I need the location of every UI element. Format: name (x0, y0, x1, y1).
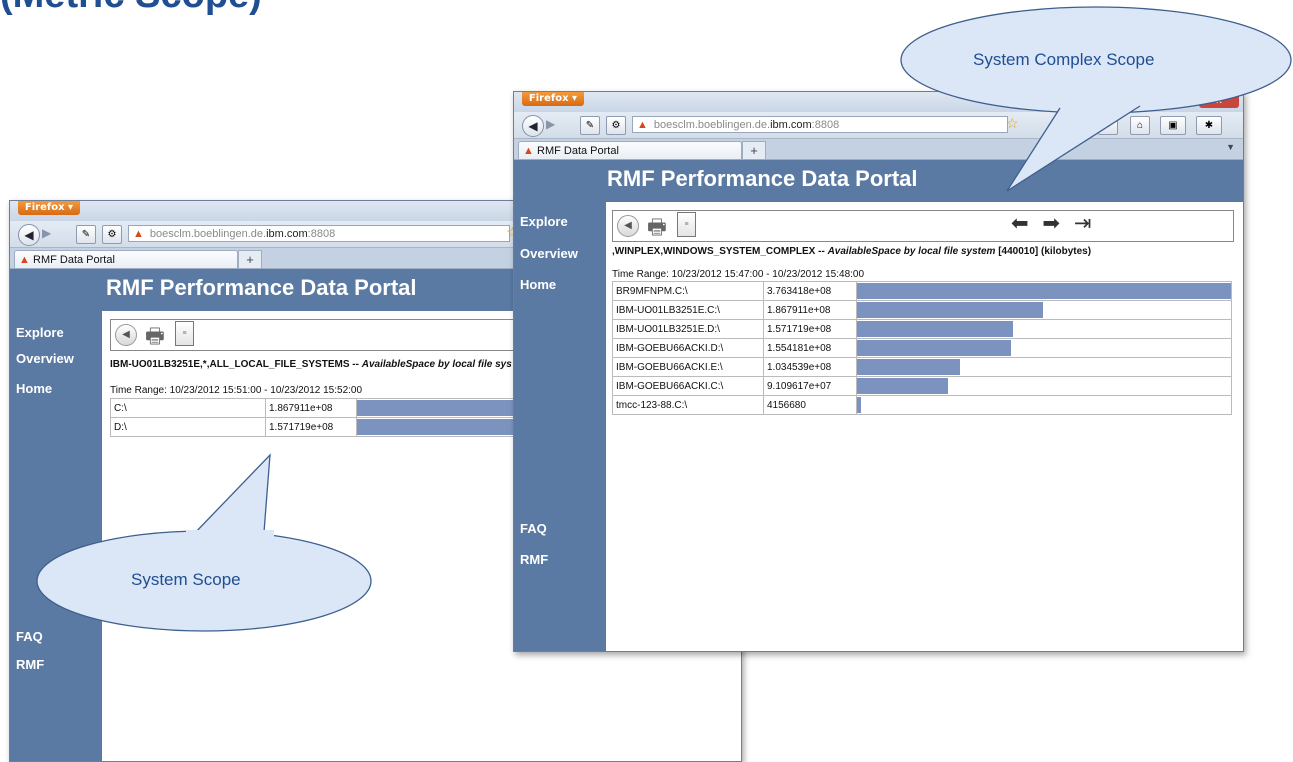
row-bar (857, 283, 1231, 299)
system-complex-scope-label: System Complex Scope (973, 50, 1155, 69)
row-value: 9.109617e+07 (763, 376, 857, 396)
printer-icon[interactable]: 🖶 (145, 322, 165, 357)
row-bar-cell (856, 281, 1232, 301)
tab-rmf-data-portal[interactable]: ▲ RMF Data Portal (518, 141, 742, 159)
metric-table: BR9MFNPM.C:\ 3.763418e+08 IBM-UO01LB3251E.… (612, 281, 1232, 415)
tab-favicon-icon: ▲ (19, 254, 30, 266)
row-name: D:\ (110, 417, 266, 437)
row-value: 4156680 (763, 395, 857, 415)
forward-arrow-icon[interactable]: ▶ (42, 226, 51, 240)
new-tab-button[interactable]: + (742, 141, 766, 160)
page-content: RMF Performance Data Portal Explore Over… (514, 160, 1243, 651)
table-row: IBM-GOEBU66ACKI.E:\ 1.034539e+08 (612, 357, 1232, 377)
site-favicon-icon: ▲ (133, 228, 144, 240)
site-favicon-icon: ▲ (637, 119, 648, 131)
firefox-menu-button[interactable]: Firefox ▾ (522, 92, 584, 106)
row-value: 1.554181e+08 (763, 338, 857, 358)
new-tab-button[interactable]: + (238, 250, 262, 269)
row-bar (857, 359, 960, 375)
row-name: IBM-GOEBU66ACKI.D:\ (612, 338, 764, 358)
time-range: Time Range: 10/23/2012 15:47:00 - 10/23/… (612, 269, 865, 280)
row-bar-cell (856, 357, 1232, 377)
row-name: BR9MFNPM.C:\ (612, 281, 764, 301)
nav-faq[interactable]: FAQ (520, 521, 547, 536)
system-scope-callout (36, 453, 372, 632)
printer-icon[interactable]: 🖶 (647, 213, 667, 248)
table-row: IBM-UO01LB3251E.C:\ 1.867911e+08 (612, 300, 1232, 320)
nav-rmf[interactable]: RMF (16, 657, 44, 672)
row-bar (857, 321, 1014, 337)
row-name: IBM-GOEBU66ACKI.C:\ (612, 376, 764, 396)
row-value: 1.867911e+08 (763, 300, 857, 320)
forward-arrow-icon[interactable]: ▶ (546, 117, 555, 131)
page-navigation-arrows-icon[interactable]: ⬅ ➡ ⇥ (1011, 211, 1095, 236)
table-row: IBM-GOEBU66ACKI.D:\ 1.554181e+08 (612, 338, 1232, 358)
back-arrow-icon[interactable]: ◀ (18, 224, 40, 246)
report-back-icon[interactable]: ◀ (617, 215, 639, 237)
report-back-icon[interactable]: ◀ (115, 324, 137, 346)
portal-title: RMF Performance Data Portal (106, 275, 417, 300)
row-bar-cell (856, 338, 1232, 358)
row-bar (857, 340, 1012, 356)
table-row: IBM-GOEBU66ACKI.C:\ 9.109617e+07 (612, 376, 1232, 396)
nav-rmf[interactable]: RMF (520, 552, 548, 567)
row-bar-cell (856, 319, 1232, 339)
system-scope-label: System Scope (131, 570, 241, 589)
back-arrow-icon[interactable]: ◀ (522, 115, 544, 137)
firefox-menu-button[interactable]: Firefox ▾ (18, 201, 80, 215)
row-bar (857, 378, 948, 394)
row-bar-cell (856, 376, 1232, 396)
nav-explore[interactable]: Explore (16, 325, 64, 340)
row-name: IBM-UO01LB3251E.D:\ (612, 319, 764, 339)
row-value: 1.571719e+08 (763, 319, 857, 339)
report-toolbar: ◀ 🖶 ≡ ⬅ ➡ ⇥ (612, 210, 1234, 242)
nav-home[interactable]: Home (16, 381, 52, 396)
slide-title: (Metric Scope) (0, 0, 262, 17)
row-name: tmcc-123-88.C:\ (612, 395, 764, 415)
system-complex-scope-callout (900, 6, 1292, 192)
main-area: ◀ 🖶 ≡ ⬅ ➡ ⇥ ,WINPLEX,WINDOWS_SYSTEM_COMP… (606, 202, 1243, 651)
tab-favicon-icon: ▲ (523, 145, 534, 157)
row-value: 1.034539e+08 (763, 357, 857, 377)
metric-title: ,WINPLEX,WINDOWS_SYSTEM_COMPLEX -- Avail… (612, 246, 1092, 257)
portal-title: RMF Performance Data Portal (607, 166, 918, 191)
table-row: BR9MFNPM.C:\ 3.763418e+08 (612, 281, 1232, 301)
table-row: IBM-UO01LB3251E.D:\ 1.571719e+08 (612, 319, 1232, 339)
table-row: tmcc-123-88.C:\ 4156680 (612, 395, 1232, 415)
nav-overview[interactable]: Overview (16, 351, 74, 366)
addon-icon[interactable]: ⚙ (102, 225, 122, 244)
export-document-icon[interactable]: ≡ (175, 321, 194, 346)
addon-icon[interactable]: ⚙ (606, 116, 626, 135)
broom-icon[interactable]: ✎ (580, 116, 600, 135)
row-name: IBM-GOEBU66ACKI.E:\ (612, 357, 764, 377)
time-range: Time Range: 10/23/2012 15:51:00 - 10/23/… (110, 385, 363, 396)
tab-rmf-data-portal[interactable]: ▲ RMF Data Portal (14, 250, 238, 268)
nav-overview[interactable]: Overview (520, 246, 578, 261)
url-bar[interactable]: ▲ boesclm.boeblingen.de.ibm.com:8808 (128, 225, 510, 242)
export-document-icon[interactable]: ≡ (677, 212, 696, 237)
row-value: 3.763418e+08 (763, 281, 857, 301)
row-bar-cell (856, 395, 1232, 415)
portal-sidebar: Explore Overview Home FAQ RMF (514, 202, 606, 651)
row-name: IBM-UO01LB3251E.C:\ (612, 300, 764, 320)
nav-explore[interactable]: Explore (520, 214, 568, 229)
row-bar (857, 302, 1043, 318)
row-bar-cell (856, 300, 1232, 320)
broom-icon[interactable]: ✎ (76, 225, 96, 244)
row-value: 1.867911e+08 (265, 398, 357, 418)
row-name: C:\ (110, 398, 266, 418)
row-value: 1.571719e+08 (265, 417, 357, 437)
row-bar (857, 397, 862, 413)
nav-home[interactable]: Home (520, 277, 556, 292)
